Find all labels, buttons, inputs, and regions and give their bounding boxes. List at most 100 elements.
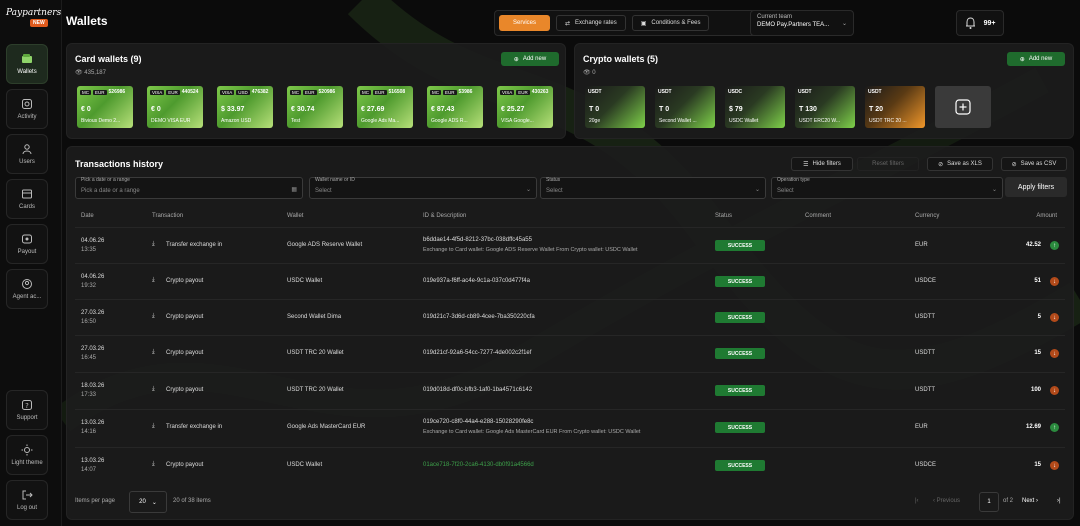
card-wallet[interactable]: VISA EUR 430263 € 25.27 VISA Google... — [497, 86, 553, 128]
team-selector[interactable]: Current team DEMO Pay.Partners TEA... ⌄ — [750, 10, 854, 36]
crypto-wallet[interactable]: USDT T 0 Second Wallet ... — [655, 86, 715, 128]
reset-filters-label: Reset filters — [872, 161, 904, 167]
items-per-page-value: 20 — [139, 499, 146, 505]
crypto-currency: USDT — [658, 89, 672, 95]
services-button[interactable]: Services — [499, 15, 551, 31]
page-total: of 2 — [1003, 498, 1014, 504]
exchange-rates-button[interactable]: ⇄ Exchange rates — [556, 15, 626, 31]
previous-page-button[interactable]: ‹ Previous — [933, 498, 960, 504]
sidebar-item-label: Activity — [17, 114, 37, 120]
notifications-button[interactable]: 99+ — [956, 10, 1004, 36]
crypto-wallet[interactable]: USDC $ 79 USDC Wallet — [725, 86, 785, 128]
previous-label: Previous — [936, 498, 961, 504]
arrow-up-icon: ↑ — [1050, 241, 1059, 250]
card-name: Google ADS R... — [431, 118, 468, 124]
first-page-icon[interactable]: |‹ — [915, 498, 919, 504]
card-name: Google Ads Ma... — [361, 118, 400, 124]
card-number: 53986 — [458, 89, 473, 96]
table-row[interactable]: 18.03.26 17:33 ⤓ Crypto payout USDT TRC … — [75, 372, 1065, 408]
status-filter[interactable]: Status Select ⌄ — [540, 177, 766, 199]
sidebar-item-cards[interactable]: Cards — [6, 179, 48, 219]
card-wallet[interactable]: VISA EUR 440524 € 0 DEMO VISA EUR — [147, 86, 203, 128]
apply-filters-button[interactable]: Apply filters — [1005, 177, 1067, 197]
table-row[interactable]: 04.06.26 19:32 ⤓ Crypto payout USDC Wall… — [75, 263, 1065, 299]
crypto-amount: T 0 — [659, 106, 670, 113]
status-badge: SUCCESS — [715, 240, 765, 251]
sidebar-item-logout[interactable]: Log out — [6, 480, 48, 520]
sidebar-item-light-theme[interactable]: Light theme — [6, 435, 48, 475]
card-amount: € 87.43 — [431, 106, 455, 113]
chevron-down-icon: ⌄ — [841, 21, 847, 27]
hide-filters-button[interactable]: ☰ Hide filters — [791, 157, 853, 171]
row-time: 16:45 — [81, 355, 97, 361]
table-row[interactable]: 27.03.26 16:50 ⤓ Crypto payout Second Wa… — [75, 299, 1065, 335]
sidebar-item-payout[interactable]: Payout — [6, 224, 48, 264]
next-page-button[interactable]: Next › — [1022, 498, 1038, 504]
card-wallet[interactable]: MC EUR 526986 € 0 Bivious Demo 2... — [77, 86, 133, 128]
sidebar-item-support[interactable]: ? Support — [6, 390, 48, 430]
hide-filters-label: Hide filters — [812, 161, 841, 167]
date-range-filter[interactable]: Pick a date or a range Pick a date or a … — [75, 177, 303, 199]
arrow-up-icon: ↑ — [1050, 423, 1059, 432]
card-wallet[interactable]: MC EUR 53986 € 87.43 Google ADS R... — [427, 86, 483, 128]
pagination: Items per page 20 ⌄ 20 of 38 items |‹ ‹ … — [75, 491, 1065, 513]
card-currency: EUR — [166, 89, 180, 95]
save-csv-button[interactable]: ⊘ Save as CSV — [1001, 157, 1067, 171]
add-card-wallet-label: Add new — [522, 56, 547, 62]
crypto-wallet[interactable]: USDT T 130 USDT ERC20 W... — [795, 86, 855, 128]
sidebar-item-users[interactable]: Users — [6, 134, 48, 174]
add-crypto-tile[interactable] — [935, 86, 991, 128]
download-icon: ⤓ — [152, 241, 155, 247]
page-number-input[interactable]: 1 — [979, 492, 999, 512]
card-brand: VISA — [150, 89, 165, 95]
add-crypto-wallet-button[interactable]: ⊕ Add new — [1007, 52, 1065, 66]
add-card-wallet-button[interactable]: ⊕ Add new — [501, 52, 559, 66]
row-amount: 15 — [1034, 350, 1041, 356]
wallet-filter[interactable]: Wallet name or ID Select ⌄ — [309, 177, 537, 199]
crypto-currency: USDT — [868, 89, 882, 95]
crypto-wallets-total-value: 0 — [592, 70, 596, 76]
date-range-placeholder: Pick a date or a range — [81, 188, 140, 194]
logo[interactable]: Paypartners NEW — [6, 8, 61, 34]
download-icon: ⤓ — [152, 386, 155, 392]
crypto-wallet[interactable]: USDT T 20 USDT TRC 20 ... — [865, 86, 925, 128]
operation-type-filter[interactable]: Operation type Select ⌄ — [771, 177, 1003, 199]
row-id-link[interactable]: 01ace718-7f20-2ca6-4130-db0f91a4566d — [423, 462, 534, 468]
table-row[interactable]: 13.03.26 14:07 ⤓ Crypto payout USDC Wall… — [75, 447, 1065, 483]
table-row[interactable]: 04.06.26 13:35 ⤓ Transfer exchange in Go… — [75, 227, 1065, 263]
crypto-wallet[interactable]: USDT T 0 20ge — [585, 86, 645, 128]
filter-icon: ☰ — [803, 161, 809, 168]
table-row[interactable]: 13.03.26 14:16 ⤓ Transfer exchange in Go… — [75, 409, 1065, 445]
status-badge: SUCCESS — [715, 460, 765, 471]
support-icon: ? — [22, 400, 32, 410]
items-per-page-select[interactable]: 20 ⌄ — [129, 491, 167, 513]
card-wallet[interactable]: MC EUR 516508 € 27.69 Google Ads Ma... — [357, 86, 413, 128]
col-amount: Amount — [1036, 213, 1057, 219]
row-currency: USDTT — [915, 387, 935, 393]
arrow-down-icon: ↓ — [1050, 313, 1059, 322]
sidebar-item-wallets[interactable]: Wallets — [6, 44, 48, 84]
last-page-icon[interactable]: ›| — [1057, 498, 1061, 504]
row-description: Exchange to Card wallet: Google Ads Mast… — [423, 429, 641, 435]
card-amount: $ 33.97 — [221, 106, 245, 113]
sidebar-item-activity[interactable]: Activity — [6, 89, 48, 129]
row-date: 27.03.26 — [81, 346, 105, 352]
reset-filters-button[interactable]: Reset filters — [857, 157, 919, 171]
status-badge: SUCCESS — [715, 312, 765, 323]
download-icon: ⤓ — [152, 277, 155, 283]
card-wallet[interactable]: VISA USD 476382 $ 33.97 Amazon USD — [217, 86, 273, 128]
card-wallet[interactable]: MC EUR 520986 € 30.74 Test — [287, 86, 343, 128]
conditions-button[interactable]: ▣ Conditions & Fees — [631, 15, 710, 31]
table-row[interactable]: 27.03.26 16:45 ⤓ Crypto payout USDT TRC … — [75, 335, 1065, 371]
row-id: b6ddae14-4f5d-8212-37bc-038dffc45a55 — [423, 237, 532, 243]
row-amount: 51 — [1034, 278, 1041, 284]
sidebar-item-agent[interactable]: Agent ac... — [6, 269, 48, 309]
transactions-panel: Transactions history ☰ Hide filters Rese… — [66, 146, 1074, 520]
row-wallet: USDC Wallet — [287, 278, 323, 284]
save-xls-button[interactable]: ⊘ Save as XLS — [927, 157, 993, 171]
card-name: Bivious Demo 2... — [81, 118, 121, 124]
arrow-down-icon: ↓ — [1050, 349, 1059, 358]
row-date: 13.03.26 — [81, 420, 105, 426]
row-time: 14:07 — [81, 467, 97, 473]
row-id: 019ce720-c8f0-44a4-e288-15028290fe8c — [423, 419, 534, 425]
